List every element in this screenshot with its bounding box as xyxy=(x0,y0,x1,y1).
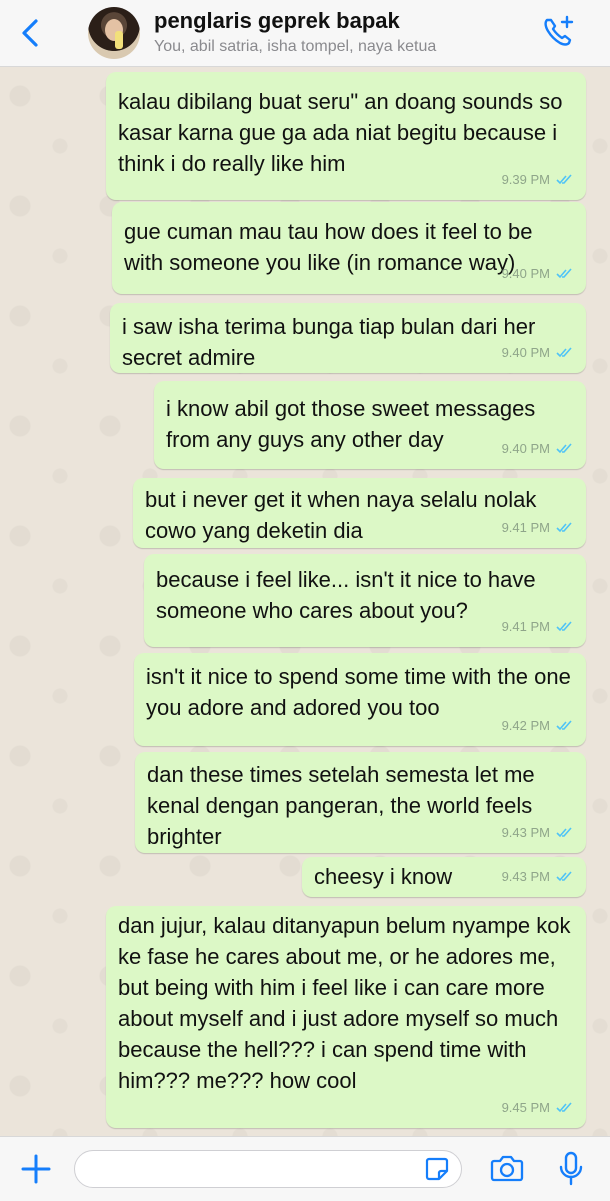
message-input[interactable] xyxy=(74,1150,462,1188)
read-receipt-icon xyxy=(556,268,572,279)
message-bubble[interactable]: gue cuman mau tau how does it feel to be… xyxy=(112,202,586,294)
chat-title[interactable]: penglaris geprek bapak xyxy=(154,8,400,34)
message-time: 9.43 PM xyxy=(501,825,550,840)
read-receipt-icon xyxy=(556,621,572,632)
group-avatar[interactable] xyxy=(88,7,140,59)
read-receipt-icon xyxy=(556,871,572,882)
read-receipt-icon xyxy=(556,174,572,185)
read-receipt-icon xyxy=(556,1102,572,1113)
read-receipt-icon xyxy=(556,443,572,454)
message-time: 9.39 PM xyxy=(501,172,550,187)
read-receipt-icon xyxy=(556,347,572,358)
read-receipt-icon xyxy=(556,720,572,731)
sticker-icon[interactable] xyxy=(424,1156,450,1182)
message-time: 9.43 PM xyxy=(501,869,550,884)
message-bubble[interactable]: dan these times setelah semesta let me k… xyxy=(135,752,586,853)
message-bubble[interactable]: i saw isha terima bunga tiap bulan dari … xyxy=(110,303,586,373)
message-time: 9.45 PM xyxy=(501,1100,550,1115)
message-time: 9.41 PM xyxy=(501,520,550,535)
read-receipt-icon xyxy=(556,522,572,533)
chat-participants[interactable]: You, abil satria, isha tompel, naya ketu… xyxy=(154,38,436,56)
message-time: 9.40 PM xyxy=(501,345,550,360)
message-text: dan jujur, kalau ditanyapun belum nyampe… xyxy=(118,913,571,1093)
message-bubble[interactable]: dan jujur, kalau ditanyapun belum nyampe… xyxy=(106,906,586,1128)
message-bubble[interactable]: kalau dibilang buat seru" an doang sound… xyxy=(106,72,586,200)
chevron-left-icon[interactable] xyxy=(14,16,48,50)
microphone-icon[interactable] xyxy=(558,1151,584,1187)
phone-plus-icon[interactable] xyxy=(540,14,576,50)
message-time: 9.42 PM xyxy=(501,718,550,733)
message-bubble[interactable]: i know abil got those sweet messages fro… xyxy=(154,381,586,469)
message-list[interactable]: kalau dibilang buat seru" an doang sound… xyxy=(0,66,610,1136)
camera-icon[interactable] xyxy=(490,1153,524,1183)
message-bubble[interactable]: but i never get it when naya selalu nola… xyxy=(133,478,586,548)
message-bubble[interactable]: because i feel like... isn't it nice to … xyxy=(144,554,586,647)
message-time: 9.40 PM xyxy=(501,441,550,456)
read-receipt-icon xyxy=(556,827,572,838)
composer-bar xyxy=(0,1136,610,1201)
message-bubble[interactable]: isn't it nice to spend some time with th… xyxy=(134,653,586,746)
chat-header: penglaris geprek bapak You, abil satria,… xyxy=(0,0,610,67)
message-bubble[interactable]: cheesy i know 9.43 PM xyxy=(302,857,586,897)
message-time: 9.41 PM xyxy=(501,619,550,634)
plus-icon[interactable] xyxy=(20,1153,52,1185)
message-time: 9.40 PM xyxy=(501,266,550,281)
